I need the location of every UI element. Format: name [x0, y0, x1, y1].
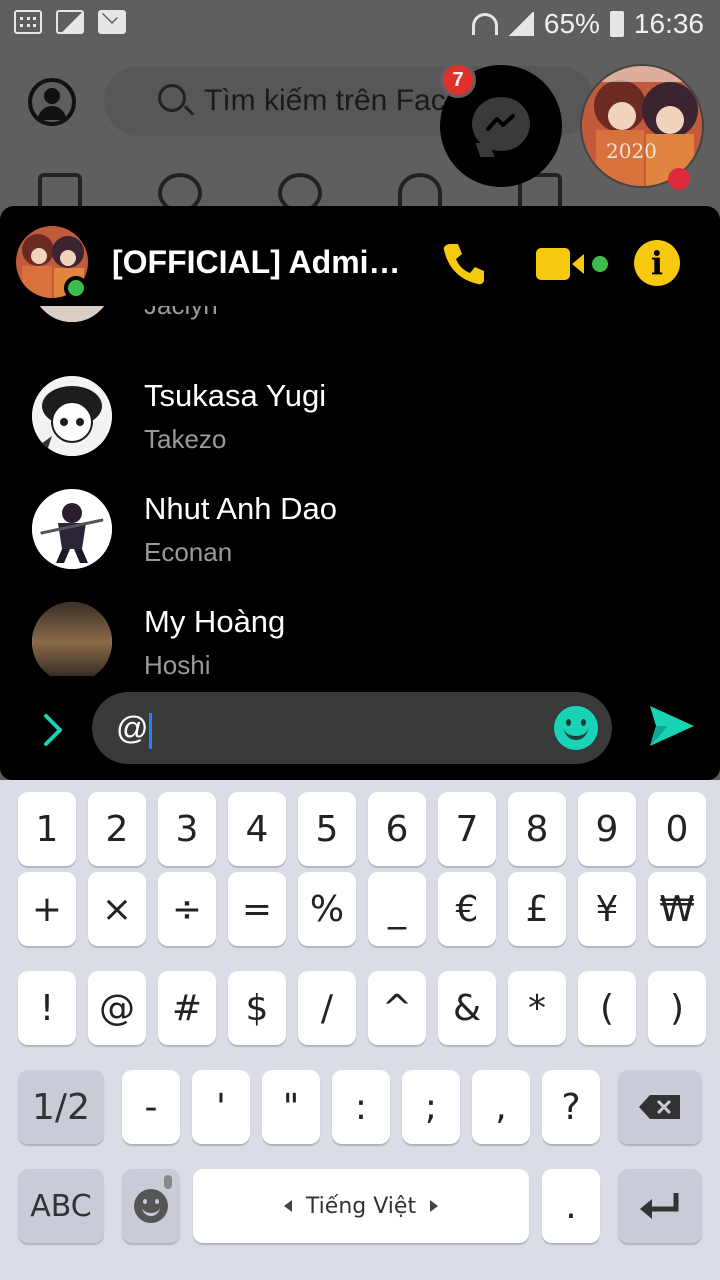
mention-item[interactable]: Nhut Anh Dao Econan: [0, 489, 720, 602]
key[interactable]: 9: [578, 792, 636, 866]
key[interactable]: !: [18, 971, 76, 1045]
key[interactable]: :: [332, 1070, 390, 1144]
emoji-icon[interactable]: [554, 706, 598, 750]
mention-item[interactable]: Tsukasa Yugi Takezo: [0, 376, 720, 489]
key[interactable]: €: [438, 872, 496, 946]
search-icon: [158, 84, 186, 112]
page-toggle-key[interactable]: 1/2: [18, 1070, 104, 1144]
keyboard-notification-icon: [14, 10, 42, 34]
key[interactable]: ': [192, 1070, 250, 1144]
enter-icon: [640, 1193, 679, 1219]
key[interactable]: #: [158, 971, 216, 1045]
key[interactable]: (: [578, 971, 636, 1045]
backspace-key[interactable]: [618, 1070, 702, 1144]
battery-percent: 65%: [543, 8, 600, 39]
key[interactable]: /: [298, 971, 356, 1045]
message-input-text: @: [116, 710, 149, 746]
profile-icon[interactable]: [28, 78, 76, 126]
unread-badge: 7: [440, 62, 476, 98]
key[interactable]: ×: [88, 872, 146, 946]
chat-head-notification-dot: [668, 168, 690, 190]
mention-item[interactable]: Jaclyn: [0, 306, 720, 355]
period-key[interactable]: .: [542, 1169, 600, 1243]
key[interactable]: 7: [438, 792, 496, 866]
mention-name: My Hoàng: [144, 604, 286, 639]
mention-nickname: Takezo: [144, 424, 227, 454]
mail-notification-icon: [98, 10, 126, 34]
key[interactable]: ;: [402, 1070, 460, 1144]
avatar-watermark: 2020: [606, 139, 657, 163]
enter-key[interactable]: [618, 1169, 702, 1243]
key[interactable]: *: [508, 971, 566, 1045]
send-icon[interactable]: [648, 702, 696, 750]
phone-call-icon[interactable]: [440, 240, 488, 288]
mention-avatar: [32, 602, 112, 676]
language-label: Tiếng Việt: [305, 1193, 417, 1219]
key[interactable]: ,: [472, 1070, 530, 1144]
key[interactable]: $: [228, 971, 286, 1045]
chevron-right-icon[interactable]: [38, 710, 68, 750]
smiley-icon: [134, 1189, 168, 1223]
mention-name: Tsukasa Yugi: [144, 378, 327, 413]
signal-icon: [507, 12, 534, 36]
space-key[interactable]: Tiếng Việt: [193, 1169, 529, 1243]
key[interactable]: 8: [508, 792, 566, 866]
mention-nickname: Hoshi: [144, 650, 211, 676]
key[interactable]: ÷: [158, 872, 216, 946]
backspace-icon: [639, 1095, 680, 1119]
video-call-icon[interactable]: [536, 246, 610, 282]
key[interactable]: 1: [18, 792, 76, 866]
chat-panel: [OFFICIAL] Admin... i Jaclyn Tsukasa Yug…: [0, 206, 720, 780]
key[interactable]: @: [88, 971, 146, 1045]
language-prev-icon: [283, 1200, 292, 1212]
mention-suggestions: Jaclyn Tsukasa Yugi Takezo Nhut Anh Dao …: [0, 306, 720, 676]
image-notification-icon: [56, 10, 84, 34]
key[interactable]: 4: [228, 792, 286, 866]
key[interactable]: +: [18, 872, 76, 946]
key[interactable]: 6: [368, 792, 426, 866]
messenger-icon: [472, 97, 530, 151]
language-next-icon: [430, 1200, 439, 1212]
key[interactable]: %: [298, 872, 356, 946]
key[interactable]: 5: [298, 792, 356, 866]
key[interactable]: =: [228, 872, 286, 946]
battery-charging-icon: [609, 11, 624, 37]
key[interactable]: -: [122, 1070, 180, 1144]
key[interactable]: ): [648, 971, 706, 1045]
keyboard: 1 2 3 4 5 6 7 8 9 0 + × ÷ =% _ € £ ¥ ₩! @ # $ / ^ & *() - ' ":;,? 1/…: [0, 780, 720, 1280]
mention-item[interactable]: My Hoàng Hoshi: [0, 602, 720, 676]
mention-nickname: Jaclyn: [144, 306, 218, 321]
key[interactable]: 0: [648, 792, 706, 866]
online-indicator: [64, 276, 88, 300]
key[interactable]: £: [508, 872, 566, 946]
emoji-key[interactable]: [122, 1169, 180, 1243]
key[interactable]: ?: [542, 1070, 600, 1144]
message-input[interactable]: @: [92, 692, 612, 764]
mention-avatar: [32, 376, 112, 456]
status-bar: 65% 16:36: [0, 0, 720, 50]
conversation-title[interactable]: [OFFICIAL] Admin...: [112, 244, 402, 281]
mention-nickname: Econan: [144, 537, 233, 567]
messenger-bolt-icon: [486, 114, 515, 131]
chat-header: [OFFICIAL] Admin... i: [0, 206, 720, 316]
key[interactable]: _: [368, 872, 426, 946]
clock: 16:36: [633, 8, 704, 39]
mic-icon: [164, 1175, 172, 1189]
key[interactable]: 2: [88, 792, 146, 866]
key[interactable]: ^: [368, 971, 426, 1045]
message-composer: @: [0, 686, 720, 780]
key[interactable]: 3: [158, 792, 216, 866]
info-icon[interactable]: i: [634, 240, 680, 286]
mention-avatar: [32, 489, 112, 569]
wifi-icon: [471, 13, 498, 35]
key[interactable]: ¥: [578, 872, 636, 946]
key[interactable]: ₩: [648, 872, 706, 946]
abc-key[interactable]: ABC: [18, 1169, 104, 1243]
key[interactable]: ": [262, 1070, 320, 1144]
key[interactable]: &: [438, 971, 496, 1045]
mention-avatar: [32, 306, 112, 322]
mention-name: Nhut Anh Dao: [144, 491, 338, 526]
text-cursor: [149, 712, 153, 749]
